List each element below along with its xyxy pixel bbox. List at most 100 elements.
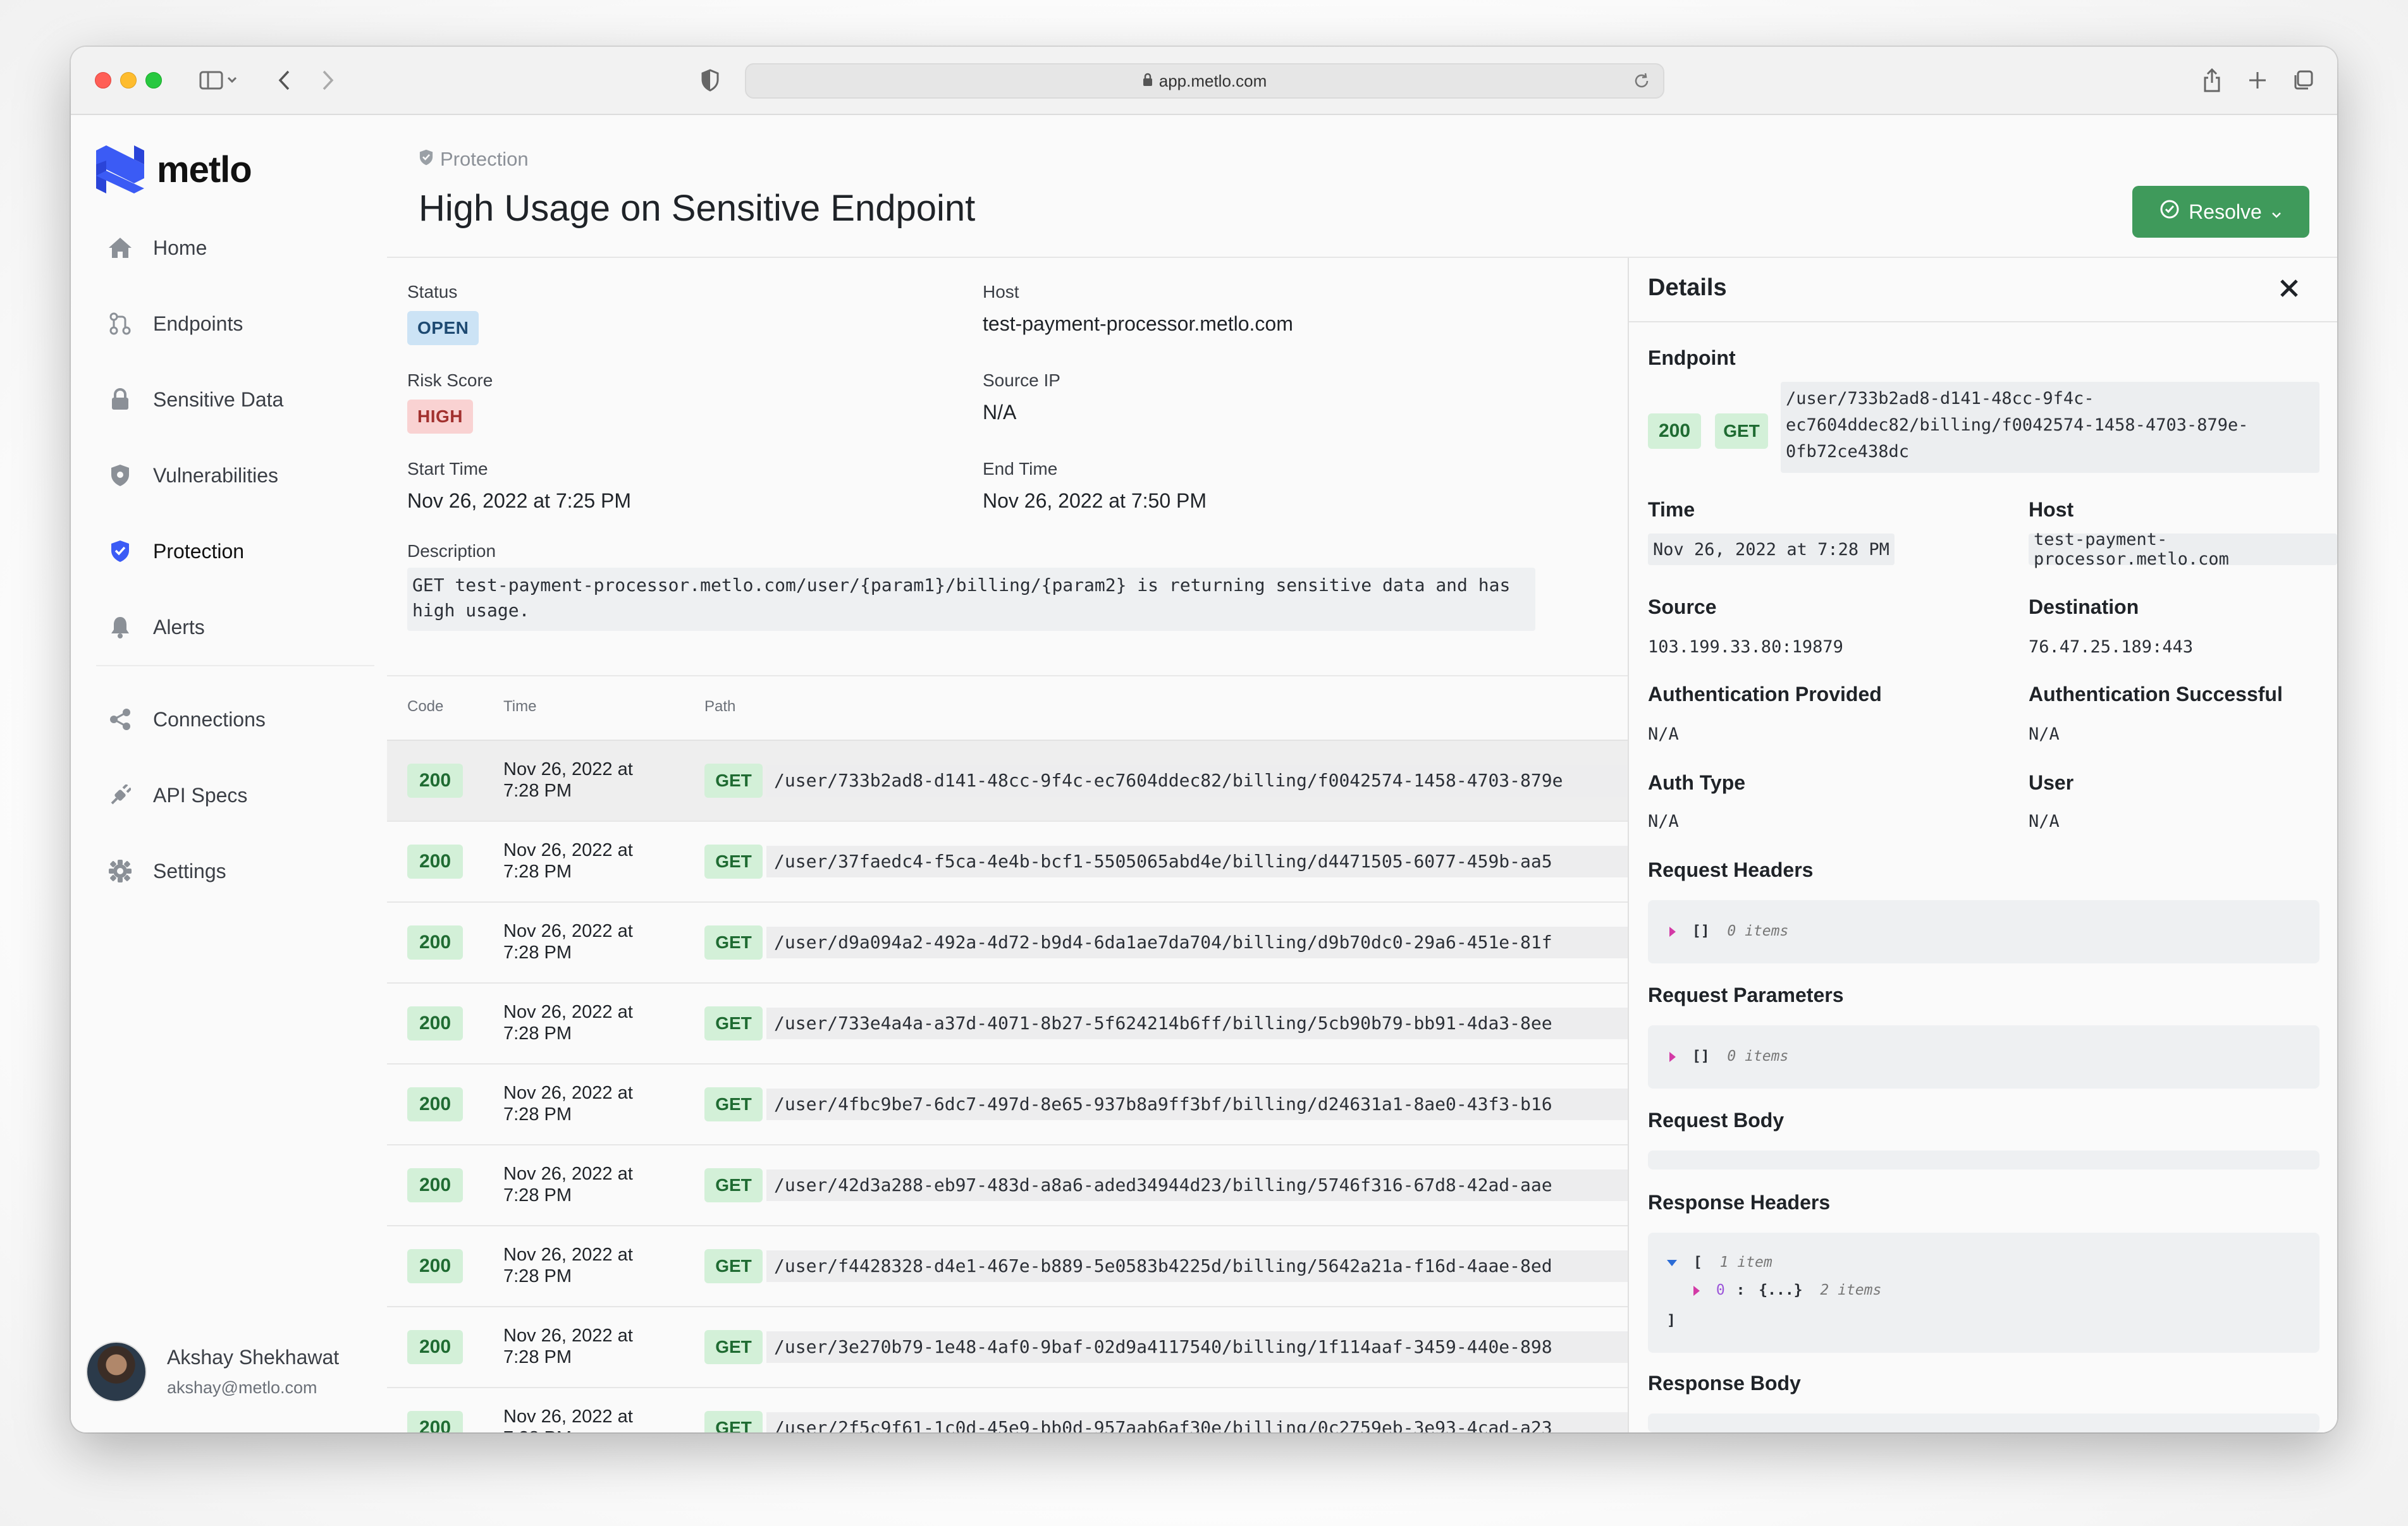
sidebar-item-protection[interactable]: Protection [96,526,374,577]
request-headers-json[interactable]: [] 0 items [1648,900,2319,963]
new-tab-icon[interactable] [2244,66,2271,95]
table-divider [387,675,1628,676]
sidebar-item-api-specs[interactable]: API Specs [96,770,374,821]
forward-icon[interactable] [314,66,341,95]
url-text: app.metlo.com [1158,71,1267,90]
request-parameters-label: Request Parameters [1648,984,1844,1006]
plug-icon [108,783,133,808]
status-badge: OPEN [407,311,479,345]
user-profile[interactable]: Akshay Shekhawat akshay@metlo.com [86,1341,339,1402]
auth-type-value: N/A [1648,812,1679,831]
share-icon[interactable] [2198,66,2226,95]
auth-successful-value: N/A [2029,724,2060,744]
status-code-badge: 200 [407,1006,463,1041]
destination-value: 76.47.25.189:443 [2029,637,2194,657]
status-code-badge: 200 [407,1087,463,1121]
request-parameters-json[interactable]: [] 0 items [1648,1025,2319,1089]
caret-down-icon[interactable] [1667,1259,1677,1266]
endpoint-path-line: ec7604ddec82/billing/f0042574-1458-4703-… [1786,415,2249,435]
back-icon[interactable] [271,66,298,95]
metlo-logo-mark-icon [96,145,144,193]
row-time-line: 7:28 PM [503,1104,572,1125]
host-label: Host [2029,498,2074,521]
table-row[interactable]: 200 Nov 26, 2022 at7:28 PM GET/user/2f5c9f… [387,1388,1628,1432]
json-bracket: ] [1667,1312,1676,1329]
row-time-line: Nov 26, 2022 at [503,1164,633,1184]
json-object: {...} [1759,1282,1803,1298]
check-circle-icon [2159,199,2180,224]
row-time: Nov 26, 2022 at7:28 PM [503,920,668,963]
risk-score-badge: HIGH [407,400,473,434]
json-item-count: 0 items [1727,1048,1789,1065]
maximize-window-button[interactable] [145,72,162,89]
sidebar-item-vulnerabilities[interactable]: Vulnerabilities [96,450,374,501]
description-line: high usage. [412,600,530,621]
source-label: Source [1648,595,1717,618]
table-row[interactable]: 200 Nov 26, 2022 at 7:28 PM GET/user/d9a094… [387,903,1628,984]
caret-right-icon[interactable] [1693,1285,1700,1296]
table-row[interactable]: 200 Nov 26, 2022 at 7:28 PM GET/user/4fbc9b… [387,1065,1628,1145]
privacy-shield-icon[interactable] [696,66,725,95]
sidebar-item-settings[interactable]: Settings [96,846,374,896]
response-body-label: Response Body [1648,1372,1801,1395]
host-value: test-payment-processor.metlo.com [983,312,1293,335]
shield-icon [108,463,133,488]
endpoint-path-line: 0fb72ce438dc [1786,442,1910,461]
sidebar-item-home[interactable]: Home [96,223,374,273]
method-badge: GET [704,845,763,879]
source-ip-value: N/A [983,401,1017,424]
sidebar-item-sensitive-data[interactable]: Sensitive Data [96,374,374,425]
table-row[interactable]: 200 Nov 26, 2022 at 7:28 PM GET/user/37faed… [387,822,1628,903]
response-body-json[interactable] [1648,1413,2319,1432]
host-label: Host [983,282,1019,302]
caret-right-icon[interactable] [1669,926,1676,937]
lock-icon [108,387,133,412]
sidebar-toggle-icon[interactable] [194,66,244,95]
metlo-logo[interactable]: metlo [96,145,252,193]
method-badge: GET [704,1006,763,1041]
status-label: Status [407,282,458,302]
table-row[interactable]: 200 Nov 26, 2022 at 7:28 PM GET/user/733b2a… [387,741,1628,822]
table-row[interactable]: 200 Nov 26, 2022 at 7:28 PM GET/user/42d3a2… [387,1145,1628,1226]
close-icon[interactable] [2275,274,2303,302]
row-time-line: 7:28 PM [503,862,572,882]
status-code-badge: 200 [407,764,463,798]
sidebar-item-endpoints[interactable]: Endpoints [96,298,374,349]
caret-right-icon[interactable] [1669,1051,1676,1062]
close-window-button[interactable] [95,72,111,89]
response-headers-label: Response Headers [1648,1191,1831,1214]
address-bar[interactable]: app.metlo.com [745,63,1664,99]
row-time: Nov 26, 2022 at7:28 PM [503,1082,668,1125]
table-row[interactable]: 200 Nov 26, 2022 at 7:28 PM GET/user/3e270b… [387,1307,1628,1388]
destination-label: Destination [2029,595,2139,618]
status-code-badge: 200 [407,1330,463,1364]
breadcrumb[interactable]: Protection [419,148,529,171]
sidebar-item-alerts[interactable]: Alerts [96,602,374,652]
source-value: 103.199.33.80:19879 [1648,637,1843,657]
endpoint-path-line: /user/733b2ad8-d141-48cc-9f4c- [1786,389,2094,408]
sidebar-item-connections[interactable]: Connections [96,694,374,745]
row-path: /user/f4428328-d4e1-467e-b889-5e0583b422… [766,1250,1628,1282]
tab-overview-icon[interactable] [2289,66,2317,95]
method-badge: GET [704,1087,763,1121]
page-title: High Usage on Sensitive Endpoint [419,188,976,229]
user-info: Akshay Shekhawat akshay@metlo.com [167,1346,339,1398]
method-badge: GET [704,925,763,960]
row-time: Nov 26, 2022 at7:28 PM [503,1244,668,1287]
response-headers-json[interactable]: [ 1 item 0 : {...} 2 items ] [1648,1233,2319,1353]
request-headers-label: Request Headers [1648,858,1814,881]
row-time-line: 7:28 PM [503,781,572,801]
row-time-line: Nov 26, 2022 at [503,1326,633,1346]
request-body-json[interactable] [1648,1151,2319,1169]
user-value: N/A [2029,812,2060,831]
status-code-badge: 200 [407,1168,463,1202]
row-path: /user/37faedc4-f5ca-4e4b-bcf1-5505065abd… [766,846,1628,877]
minimize-window-button[interactable] [120,72,137,89]
user-label: User [2029,771,2074,794]
table-row[interactable]: 200 Nov 26, 2022 at 7:28 PM GET/user/f44283… [387,1226,1628,1307]
table-row[interactable]: 200 Nov 26, 2022 at 7:28 PM GET/user/733e4a… [387,984,1628,1065]
resolve-button[interactable]: Resolve [2132,186,2309,238]
column-header-code: Code [407,698,444,715]
reload-icon[interactable] [1633,72,1650,94]
json-line: [] 0 items [1669,923,1788,939]
